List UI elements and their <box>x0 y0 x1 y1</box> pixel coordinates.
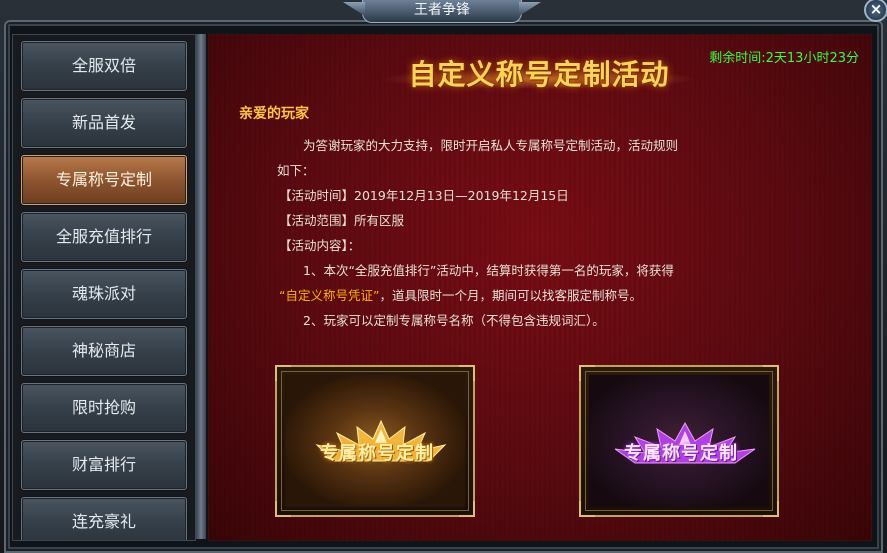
tab-mystery-shop[interactable]: 神秘商店 <box>21 326 187 376</box>
sidebar-divider <box>196 34 206 539</box>
intro-text-cont: 如下： <box>277 163 315 178</box>
countdown-timer: 剩余时间:2天13小时23分 <box>709 51 859 66</box>
rule-1-tail: ，道具限时一个月，期间可以找客服定制称号。 <box>379 288 642 303</box>
tab-double-exp[interactable]: 全服双倍 <box>21 41 187 91</box>
banner-title: 自定义称号定制活动 <box>408 58 670 91</box>
range-value: 所有区服 <box>354 213 405 228</box>
game-window: 王者争锋 × 全服双倍 新品首发 专属称号定制 全服充值排行 魂珠派对 神秘商店… <box>0 0 887 553</box>
activity-time: 【活动时间】2019年12月13日—2019年12月15日 <box>239 183 849 208</box>
card-backdrop: 专属称号定制 <box>589 375 769 507</box>
greeting: 亲爱的玩家 <box>239 106 309 122</box>
voucher-highlight: “自定义称号凭证” <box>279 288 380 303</box>
intro-text: 为答谢玩家的大力支持，限时开启私人专属称号定制活动，活动规则 <box>303 138 679 153</box>
tab-flash-sale[interactable]: 限时抢购 <box>21 383 187 433</box>
card-backdrop: 专属称号定制 <box>285 375 465 507</box>
tab-continuous-recharge[interactable]: 连充豪礼 <box>21 497 187 540</box>
activity-description: 亲爱的玩家 为答谢玩家的大力支持，限时开启私人专属称号定制活动，活动规则 如下：… <box>239 103 849 333</box>
activity-range: 【活动范围】所有区服 <box>239 208 849 233</box>
rule-1-cont: “自定义称号凭证”，道具限时一个月，期间可以找客服定制称号。 <box>239 283 849 308</box>
rule-1: 1、本次“全服充值排行”活动中，结算时获得第一名的玩家，将获得 <box>303 263 674 278</box>
rule-2: 2、玩家可以定制专属称号名称（不得包含违规词汇）。 <box>303 313 605 328</box>
tab-new-items[interactable]: 新品首发 <box>21 98 187 148</box>
time-label: 【活动时间】 <box>279 188 355 203</box>
activity-sidebar: 全服双倍 新品首发 专属称号定制 全服充值排行 魂珠派对 神秘商店 限时抢购 财… <box>12 34 196 541</box>
activity-content-label: 【活动内容】： <box>279 238 361 253</box>
range-label: 【活动范围】 <box>279 213 355 228</box>
activity-banner: 自定义称号定制活动 <box>379 49 699 95</box>
tab-custom-title[interactable]: 专属称号定制 <box>21 155 187 205</box>
tab-recharge-ranking[interactable]: 全服充值排行 <box>21 212 187 262</box>
close-button[interactable]: × <box>864 0 887 22</box>
tab-soul-bead-party[interactable]: 魂珠派对 <box>21 269 187 319</box>
time-value: 2019年12月13日—2019年12月15日 <box>354 188 569 203</box>
gold-title-card[interactable]: 专属称号定制 <box>275 365 475 517</box>
card-label: 专属称号定制 <box>320 443 434 464</box>
tab-wealth-ranking[interactable]: 财富排行 <box>21 440 187 490</box>
window-title: 王者争锋 <box>362 0 522 23</box>
card-label: 专属称号定制 <box>624 443 738 464</box>
activity-panel: 自定义称号定制活动 剩余时间:2天13小时23分 亲爱的玩家 为答谢玩家的大力支… <box>208 34 872 541</box>
purple-title-card[interactable]: 专属称号定制 <box>579 365 779 517</box>
